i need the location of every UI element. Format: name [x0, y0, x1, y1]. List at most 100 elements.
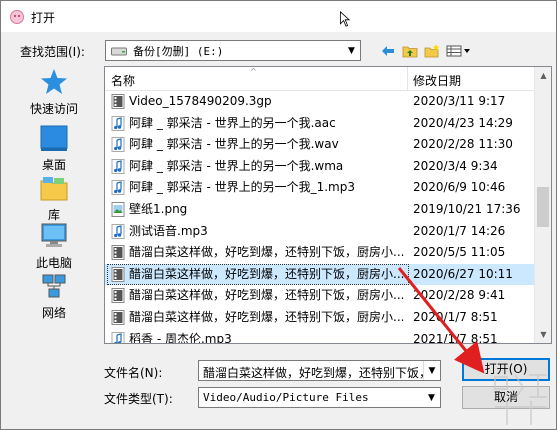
filename-input[interactable]: 醋溜白菜这样做，好吃到爆，还特别下饭，厨房小白也能 ▼	[198, 360, 441, 381]
file-date: 2020/2/28 9:41	[413, 288, 506, 303]
file-row[interactable]: 测试语音.mp3 2020/1/7 14:26	[105, 221, 535, 243]
file-name: 醋溜白菜这样做，好吃到爆，还特别下饭，厨房小...	[129, 245, 405, 260]
file-date: 2020/2/28 11:30	[413, 137, 513, 152]
file-name: 阿肆 _ 郭采洁 - 世界上的另一个我.wav	[129, 137, 339, 152]
place-quick-access[interactable]: 快速访问	[16, 67, 92, 117]
place-network[interactable]: 网络	[16, 271, 92, 321]
image-file-icon	[111, 201, 125, 217]
file-name: 测试语音.mp3	[129, 223, 208, 238]
file-date: 2020/4/23 14:29	[413, 115, 513, 130]
title-bar: 打开	[1, 1, 556, 32]
file-list[interactable]: ^ 名称 修改日期 Video_1578490209.3gp 2020/3/11 …	[104, 66, 552, 344]
music-file-icon	[111, 115, 125, 131]
mouse-cursor-icon	[340, 11, 351, 27]
video-file-icon	[111, 94, 125, 109]
new-folder-button[interactable]	[421, 41, 443, 61]
file-row[interactable]: 醋溜白菜这样做，好吃到爆，还特别下饭，厨房小... 2020/2/28 9:41	[105, 285, 535, 307]
view-menu-button[interactable]	[443, 41, 475, 61]
file-row[interactable]: 稻香 - 周杰伦.mp3 2021/1/7 8:51	[105, 329, 535, 344]
file-name: 醋溜白菜这样做，好吃到爆，还特别下饭，厨房小...	[129, 288, 405, 303]
column-header-name[interactable]: 名称	[111, 72, 135, 89]
app-icon	[10, 10, 24, 24]
scroll-up-icon[interactable]: ▲	[535, 67, 551, 84]
place-label: 库	[47, 208, 60, 222]
music-file-icon	[111, 223, 125, 239]
back-button[interactable]	[377, 41, 399, 61]
look-in-dropdown[interactable]: 备份[勿删] (E:) ▼	[105, 40, 361, 61]
file-row[interactable]: 阿肆 _ 郭采洁 - 世界上的另一个我.wma 2020/3/4 9:34	[105, 156, 535, 178]
file-row[interactable]: Video_1578490209.3gp 2020/3/11 9:17	[105, 91, 535, 113]
file-row[interactable]: 阿肆 _ 郭采洁 - 世界上的另一个我_1.mp3 2020/6/9 10:46	[105, 177, 535, 199]
column-separator[interactable]	[407, 67, 408, 91]
file-name: 壁纸1.png	[129, 201, 188, 216]
place-label: 桌面	[41, 158, 66, 172]
drive-icon	[111, 47, 127, 55]
video-file-icon	[111, 309, 125, 325]
place-library[interactable]: 库	[16, 173, 92, 223]
file-date: 2020/3/11 9:17	[413, 94, 506, 108]
up-folder-icon	[402, 46, 418, 58]
filename-value: 醋溜白菜这样做，好吃到爆，还特别下饭，厨房小白也能	[203, 366, 440, 380]
file-date: 2020/6/9 10:46	[413, 180, 506, 195]
file-row[interactable]: 醋溜白菜这样做，好吃到爆，还特别下饭，厨房小... 2020/6/27 10:11	[105, 263, 535, 286]
file-date: 2020/1/7 14:26	[413, 223, 506, 238]
column-header-date[interactable]: 修改日期	[413, 72, 461, 89]
file-date: 2020/1/7 8:51	[413, 309, 498, 324]
list-header: ^ 名称 修改日期	[105, 67, 535, 91]
music-file-icon	[111, 137, 125, 153]
file-row[interactable]: 醋溜白菜这样做，好吃到爆，还特别下饭，厨房小... 2020/1/7 8:51	[105, 307, 535, 329]
file-name: 稻香 - 周杰伦.mp3	[129, 331, 232, 344]
video-file-icon	[111, 288, 125, 304]
computer-icon	[41, 223, 67, 247]
file-name: 醋溜白菜这样做，好吃到爆，还特别下饭，厨房小...	[129, 309, 405, 324]
chevron-down-icon[interactable]: ▼	[423, 388, 440, 407]
place-label: 此电脑	[35, 256, 72, 270]
file-date: 2020/3/4 9:34	[413, 158, 498, 173]
back-arrow-icon	[382, 46, 394, 56]
vertical-scrollbar[interactable]: ▲ ▼	[534, 67, 551, 343]
file-date: 2021/1/7 8:51	[413, 331, 498, 344]
place-this-pc[interactable]: 此电脑	[16, 221, 92, 271]
file-row[interactable]: 壁纸1.png 2019/10/21 17:36	[105, 199, 535, 221]
file-name: Video_1578490209.3gp	[129, 94, 272, 108]
up-folder-button[interactable]	[399, 41, 421, 61]
star-icon	[41, 69, 67, 94]
place-label: 快速访问	[29, 102, 78, 116]
cancel-button[interactable]: 取消	[462, 386, 550, 409]
filetype-value: Video/Audio/Picture Files	[203, 391, 369, 404]
window-title: 打开	[31, 11, 56, 25]
places-bar: 快速访问 桌面 库 此电脑 网络	[16, 67, 92, 327]
music-file-icon	[111, 158, 125, 174]
file-name: 醋溜白菜这样做，好吃到爆，还特别下饭，厨房小...	[129, 266, 405, 281]
scroll-down-icon[interactable]: ▼	[535, 326, 551, 343]
place-desktop[interactable]: 桌面	[16, 123, 92, 173]
open-file-dialog: 打开 查找范围(I): 备份[勿删] (E:) ▼ 快速访问 桌面 库 此电脑 …	[0, 0, 557, 430]
chevron-down-icon[interactable]: ▼	[343, 41, 360, 60]
file-row[interactable]: 阿肆 _ 郭采洁 - 世界上的另一个我.aac 2020/4/23 14:29	[105, 113, 535, 135]
file-name: 阿肆 _ 郭采洁 - 世界上的另一个我.wma	[129, 158, 344, 173]
file-date: 2019/10/21 17:36	[413, 201, 521, 216]
music-file-icon	[111, 180, 125, 196]
music-file-icon	[111, 331, 125, 343]
filename-label: 文件名(N):	[104, 366, 163, 380]
video-file-icon	[111, 245, 125, 261]
desktop-icon	[40, 125, 68, 151]
chevron-down-icon[interactable]: ▼	[423, 361, 440, 380]
file-row[interactable]: 阿肆 _ 郭采洁 - 世界上的另一个我.wav 2020/2/28 11:30	[105, 134, 535, 156]
sort-caret-icon: ^	[250, 67, 257, 76]
open-button[interactable]: 打开(O)	[462, 358, 550, 381]
view-list-icon	[446, 45, 470, 57]
file-date: 2020/6/27 10:11	[413, 266, 513, 281]
file-name: 阿肆 _ 郭采洁 - 世界上的另一个我.aac	[129, 115, 336, 130]
place-label: 网络	[41, 306, 66, 320]
file-rows: Video_1578490209.3gp 2020/3/11 9:17 阿肆 _ 郭…	[105, 91, 535, 344]
scroll-thumb[interactable]	[537, 187, 549, 227]
file-row[interactable]: 醋溜白菜这样做，好吃到爆，还特别下饭，厨房小... 2020/5/5 11:05	[105, 242, 535, 264]
library-icon	[40, 177, 68, 201]
network-icon	[42, 274, 66, 298]
video-file-icon	[111, 266, 125, 282]
file-date: 2020/5/5 11:05	[413, 245, 506, 260]
look-in-value: 备份[勿删] (E:)	[133, 44, 224, 58]
filetype-dropdown[interactable]: Video/Audio/Picture Files ▼	[198, 387, 441, 408]
look-in-label: 查找范围(I):	[20, 45, 85, 59]
